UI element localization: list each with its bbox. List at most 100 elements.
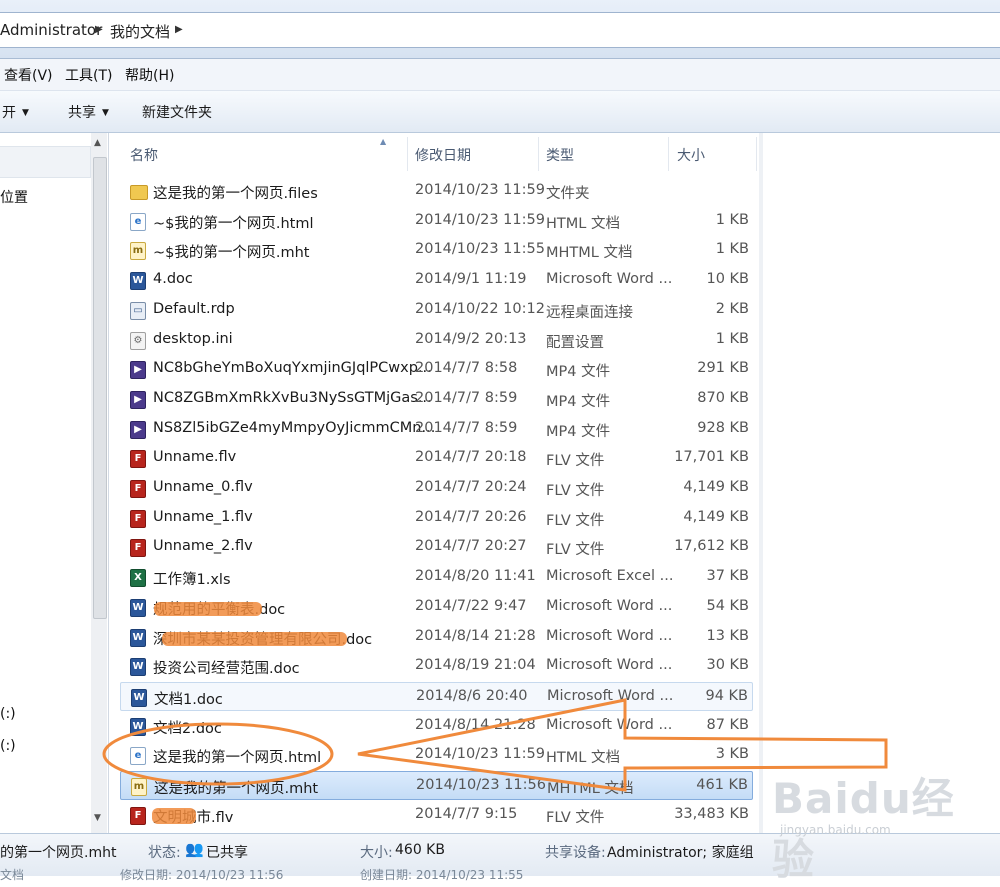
scroll-up-icon[interactable]: ▲ xyxy=(94,138,101,148)
flv-icon: F xyxy=(130,806,146,825)
file-row[interactable]: X 工作簿1.xls 2014/8/20 11:41 Microsoft Excel … xyxy=(120,563,753,592)
file-row[interactable]: ▶ NS8Zl5ibGZe4myMmpyOyJicmmCMn... 2014/7/7… xyxy=(120,415,753,444)
file-row[interactable]: e ~$我的第一个网页.html 2014/10/23 11:59 HTML 文档 1 … xyxy=(120,207,753,236)
file-size: 87 KB xyxy=(706,716,749,733)
file-date: 2014/7/22 9:47 xyxy=(415,597,527,614)
sort-ascending-icon: ▲ xyxy=(380,137,387,146)
address-bar: Administrator ▶ 我的文档 ▶ xyxy=(0,0,1000,59)
file-row[interactable]: F Unname_1.flv 2014/7/7 20:26 FLV 文件 4,149 K… xyxy=(120,504,753,533)
word-doc-icon: W xyxy=(130,628,146,647)
file-type: Microsoft Word ... xyxy=(546,627,673,644)
column-divider[interactable] xyxy=(538,137,539,171)
word-doc-icon: W xyxy=(130,717,146,736)
file-name: NC8bGheYmBoXuqYxmjinGJqlPCwxp... xyxy=(153,360,432,377)
new-folder-button[interactable]: 新建文件夹 xyxy=(142,102,212,122)
menu-tools[interactable]: 工具(T) xyxy=(65,65,112,85)
file-size: 870 KB xyxy=(697,389,749,406)
file-row[interactable]: W深圳市某某投资管理有限公司.doc2014/8/14 21:28Microso… xyxy=(120,623,753,652)
menu-view[interactable]: 查看(V) xyxy=(4,65,53,85)
file-name: 文档2.doc xyxy=(153,720,222,737)
file-size: 461 KB xyxy=(696,777,748,793)
file-size: 3 KB xyxy=(715,746,749,763)
file-size: 4,149 KB xyxy=(683,508,749,525)
file-date: 2014/9/2 20:13 xyxy=(415,330,527,347)
folder-icon xyxy=(130,185,148,200)
file-row[interactable]: F Unname_2.flv 2014/7/7 20:27 FLV 文件 17,612 … xyxy=(120,533,753,562)
file-row-selected[interactable]: m 这是我的第一个网页.mht 2014/10/23 11:56 MHTML 文档 46… xyxy=(120,771,753,800)
file-size: 13 KB xyxy=(706,627,749,644)
file-type: MHTML 文档 xyxy=(547,781,634,797)
share-users-icon: 👥 xyxy=(185,840,204,858)
column-divider[interactable] xyxy=(668,137,669,171)
file-row[interactable]: ⚙ desktop.ini 2014/9/2 20:13 配置设置 1 KB xyxy=(120,326,753,355)
file-row[interactable]: W 文档2.doc 2014/8/14 21:28 Microsoft Word ..… xyxy=(120,712,753,741)
nav-scrollbar-thumb[interactable] xyxy=(93,157,107,619)
file-type: MP4 文件 xyxy=(546,423,611,440)
nav-item-drive-2[interactable]: (:) xyxy=(0,738,16,754)
nav-scrollbar[interactable]: ▲ ▼ xyxy=(91,133,107,833)
file-row[interactable]: F Unname.flv 2014/7/7 20:18 FLV 文件 17,701 KB xyxy=(120,444,753,473)
flv-icon: F xyxy=(130,480,146,498)
file-date: 2014/8/19 21:04 xyxy=(415,657,536,674)
mht-icon: m xyxy=(130,242,146,261)
file-type: 配置设置 xyxy=(546,334,604,351)
column-type[interactable]: 类型 xyxy=(546,145,574,165)
file-row[interactable]: 这是我的第一个网页.files 2014/10/23 11:59 文件夹 xyxy=(120,177,753,206)
file-name: 这是我的第一个网页.files xyxy=(153,186,318,202)
file-date: 2014/10/23 11:59 xyxy=(415,746,545,763)
mp4-icon: ▶ xyxy=(130,390,146,409)
file-size: 1 KB xyxy=(715,241,749,258)
file-name: NC8ZGBmXmRkXvBu3NySsGTMjGas... xyxy=(153,389,432,406)
open-button[interactable]: 开 ▼ xyxy=(2,102,29,122)
file-date: 2014/8/14 21:28 xyxy=(415,716,536,733)
file-type: 远程桌面连接 xyxy=(546,304,633,321)
file-type: MP4 文件 xyxy=(546,364,611,381)
ie-html-icon: e xyxy=(130,212,146,231)
column-date-modified[interactable]: 修改日期 xyxy=(415,145,471,165)
file-type: FLV 文件 xyxy=(546,453,605,470)
file-row[interactable]: W 投资公司经营范围.doc 2014/8/19 21:04 Microsoft Wo… xyxy=(120,652,753,681)
column-divider[interactable] xyxy=(756,137,757,171)
file-name: NS8Zl5ibGZe4myMmpyOyJicmmCMn... xyxy=(153,419,436,436)
file-name: Unname_2.flv xyxy=(153,538,253,555)
nav-item-location[interactable]: 位置 xyxy=(0,187,28,207)
file-type: Microsoft Word ... xyxy=(547,687,674,704)
chevron-right-icon[interactable]: ▶ xyxy=(175,24,183,35)
breadcrumb[interactable]: Administrator ▶ 我的文档 ▶ xyxy=(0,12,1000,48)
column-name[interactable]: 名称 xyxy=(130,145,158,165)
file-name: ~$我的第一个网页.mht xyxy=(153,245,310,262)
menu-help[interactable]: 帮助(H) xyxy=(125,65,174,85)
excel-icon: X xyxy=(130,569,146,588)
file-type: Microsoft Excel ... xyxy=(546,568,674,585)
nav-selected-item[interactable] xyxy=(0,146,91,178)
file-row[interactable]: W规范用的平衡表.doc2014/7/22 9:47Microsoft Word… xyxy=(120,593,753,622)
column-size[interactable]: 大小 xyxy=(677,145,705,165)
file-name: 这是我的第一个网页.mht xyxy=(154,781,319,797)
file-date: 2014/10/23 11:59 xyxy=(415,211,545,228)
details-shared-label: 共享设备: xyxy=(545,845,606,861)
file-row[interactable]: ▶ NC8bGheYmBoXuqYxmjinGJqlPCwxp... 2014/7/… xyxy=(120,355,753,384)
column-divider[interactable] xyxy=(407,137,408,171)
file-row[interactable]: e 这是我的第一个网页.html 2014/10/23 11:59 HTML 文档 3 … xyxy=(120,741,753,770)
file-size: 2 KB xyxy=(715,300,749,317)
breadcrumb-item-my-documents[interactable]: 我的文档 xyxy=(110,21,170,42)
file-date: 2014/7/7 20:24 xyxy=(415,479,527,495)
details-status-label: 状态: xyxy=(148,845,181,861)
mp4-icon: ▶ xyxy=(130,420,146,439)
share-button[interactable]: 共享 ▼ xyxy=(68,102,109,122)
chevron-right-icon[interactable]: ▶ xyxy=(95,24,103,35)
scroll-down-icon[interactable]: ▼ xyxy=(94,813,101,823)
file-date: 2014/8/14 21:28 xyxy=(415,627,536,644)
file-row[interactable]: ▭ Default.rdp 2014/10/22 10:12 远程桌面连接 2 KB xyxy=(120,296,753,325)
file-date: 2014/8/6 20:40 xyxy=(416,687,528,704)
file-row[interactable]: W 4.doc 2014/9/1 11:19 Microsoft Word ... 10… xyxy=(120,266,753,295)
file-row-hover[interactable]: W 文档1.doc 2014/8/6 20:40 Microsoft Word ...… xyxy=(120,681,753,711)
breadcrumb-item-administrator[interactable]: Administrator xyxy=(0,21,102,39)
navigation-pane: 位置 (:) (:) ▲ ▼ xyxy=(0,133,109,833)
file-row[interactable]: F Unname_0.flv 2014/7/7 20:24 FLV 文件 4,149 K… xyxy=(120,474,753,503)
file-name: 投资公司经营范围.doc xyxy=(153,661,300,678)
nav-item-drive-1[interactable]: (:) xyxy=(0,706,16,722)
file-row[interactable]: m ~$我的第一个网页.mht 2014/10/23 11:55 MHTML 文档 1 … xyxy=(120,236,753,265)
file-row[interactable]: ▶ NC8ZGBmXmRkXvBu3NySsGTMjGas... 2014/7/7 … xyxy=(120,385,753,414)
file-row[interactable]: F文明城市.flv2014/7/7 9:15FLV 文件33,483 KB xyxy=(120,801,753,830)
